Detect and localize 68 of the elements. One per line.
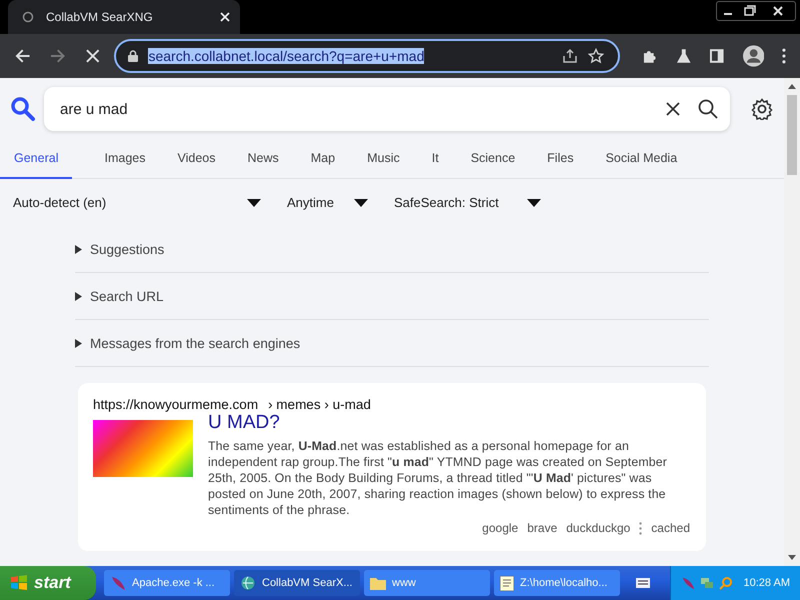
back-arrow-icon[interactable] [14,47,32,65]
taskbar-button[interactable]: Z:\home\localho... [494,570,620,596]
category-tab[interactable]: Social Media [606,141,678,178]
scroll-down-icon[interactable] [788,555,796,560]
puzzle-piece-icon[interactable] [642,48,658,64]
menu-icon[interactable] [782,48,786,64]
start-button[interactable]: start [0,566,96,600]
search-field[interactable]: are u mad [58,100,648,118]
taskbar-button[interactable]: www [364,570,490,596]
share-icon[interactable] [562,48,578,64]
windows-flag-icon [10,574,28,592]
tab-title: CollabVM SearXNG [46,10,154,24]
star-icon[interactable] [588,48,604,64]
globe-icon [22,11,34,23]
category-tab[interactable]: General [0,141,72,179]
forward-arrow-icon[interactable] [49,47,67,65]
side-panel-icon[interactable] [709,48,725,64]
result-title-link[interactable]: U MAD? [208,412,690,434]
vertical-dots-icon [639,522,642,534]
scrollbar-thumb[interactable] [787,95,797,175]
engine-label: duckduckgo [566,521,630,535]
result-snippet: The same year, U-Mad.net was established as a personal homepage for an independent rap group.The first "u mad" YTMND page was created on September 25th, 2005. On the Body Building Forums, a thread titled "'U Mad' pictures" was posted on June 20th, 2007, sharing reaction images (shown below) to express the sentiments of the phrase. [208,438,668,518]
lock-icon [128,50,138,62]
browser-tab[interactable]: CollabVM SearXNG [8,0,240,34]
collapsible-section[interactable]: Messages from the search engines [75,320,709,367]
filter-dropdown[interactable]: Anytime [287,195,368,210]
address-bar[interactable]: search.collabnet.local/search?q=are+u+mad [114,39,620,73]
engine-label: brave [527,521,558,535]
collapsible-section[interactable]: Search URL [75,273,709,320]
dropdown-caret-icon [247,198,261,206]
feather-icon [110,575,126,591]
notepad-icon [500,575,514,591]
scrollbar[interactable] [784,78,800,566]
search-logo-icon[interactable] [10,96,36,122]
search-icon[interactable] [698,99,718,119]
cached-link[interactable]: cached [651,521,690,535]
close-tab-icon[interactable] [220,12,230,22]
category-tab[interactable]: Map [310,141,336,178]
category-tab[interactable]: Music [367,141,400,178]
clear-icon[interactable] [666,102,680,116]
profile-avatar-icon[interactable] [742,45,764,67]
scroll-up-icon[interactable] [788,84,796,89]
folder-icon [370,576,386,590]
collapsible-section[interactable]: Suggestions [75,226,709,273]
category-tab[interactable]: Images [104,141,146,178]
settings-icon[interactable] [751,98,773,120]
category-tab[interactable]: Science [470,141,516,178]
taskbar-button[interactable]: Apache.exe -k ... [104,570,230,596]
category-tab[interactable]: Videos [177,141,216,178]
taskbar-button[interactable]: CollabVM SearX... [234,570,360,596]
dropdown-caret-icon [354,198,368,206]
category-tab[interactable]: Files [547,141,574,178]
filter-dropdown[interactable]: Auto-detect (en) [13,195,261,210]
keyboard-icon[interactable] [636,578,650,588]
engine-label: google [482,521,518,535]
category-tab[interactable]: News [247,141,279,178]
stop-loading-icon[interactable] [84,48,100,64]
flask-icon[interactable] [676,48,692,64]
result-path: › memes › u-mad [268,397,371,412]
clock: 10:28 AM [744,577,790,589]
window-controls[interactable] [716,1,796,21]
globe-icon [240,575,256,591]
filter-dropdown[interactable]: SafeSearch: Strict [394,195,541,210]
dropdown-caret-icon [526,198,541,206]
thumbnail-placeholder[interactable] [93,420,193,477]
search-bar[interactable]: are u mad [44,87,730,131]
category-tab[interactable]: It [432,141,439,178]
result-url[interactable]: https://knowyourmeme.com [93,397,258,412]
